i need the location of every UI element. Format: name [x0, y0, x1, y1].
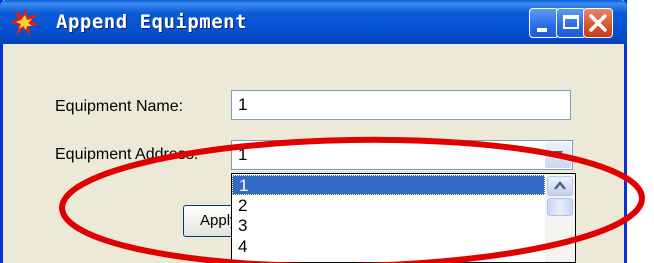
equipment-address-select[interactable]: 1 [231, 140, 573, 170]
dropdown-option[interactable]: 3 [232, 216, 545, 236]
minimize-icon [537, 28, 547, 32]
dropdown-option[interactable]: 4 [232, 237, 545, 257]
scroll-up-icon [554, 181, 566, 190]
close-icon [589, 14, 607, 32]
app-burst-icon [10, 8, 40, 36]
dropdown-option[interactable]: 2 [232, 196, 545, 216]
equipment-name-input[interactable]: 1 [231, 90, 571, 120]
equipment-name-label: Equipment Name: [55, 98, 184, 115]
maximize-icon [563, 15, 579, 29]
close-button[interactable] [583, 8, 613, 38]
dropdown-button[interactable] [545, 142, 571, 168]
dropdown-option[interactable]: 1 [232, 175, 545, 195]
equipment-address-label: Equipment Address: [55, 146, 199, 163]
equipment-address-value: 1 [238, 145, 248, 164]
maximize-button[interactable] [556, 8, 586, 38]
scroll-up-button[interactable] [547, 176, 573, 196]
list-scrollbar[interactable] [545, 174, 575, 262]
dropdown-arrow-icon [553, 151, 563, 158]
scroll-thumb[interactable] [547, 198, 573, 216]
title-bar[interactable]: Append Equipment [0, 0, 627, 44]
address-dropdown-list[interactable]: 1 2 3 4 [231, 173, 576, 263]
window-title: Append Equipment [56, 11, 248, 33]
minimize-button[interactable] [529, 8, 559, 38]
append-equipment-window: Append Equipment Equipment Name: 1 Equip… [0, 0, 627, 263]
